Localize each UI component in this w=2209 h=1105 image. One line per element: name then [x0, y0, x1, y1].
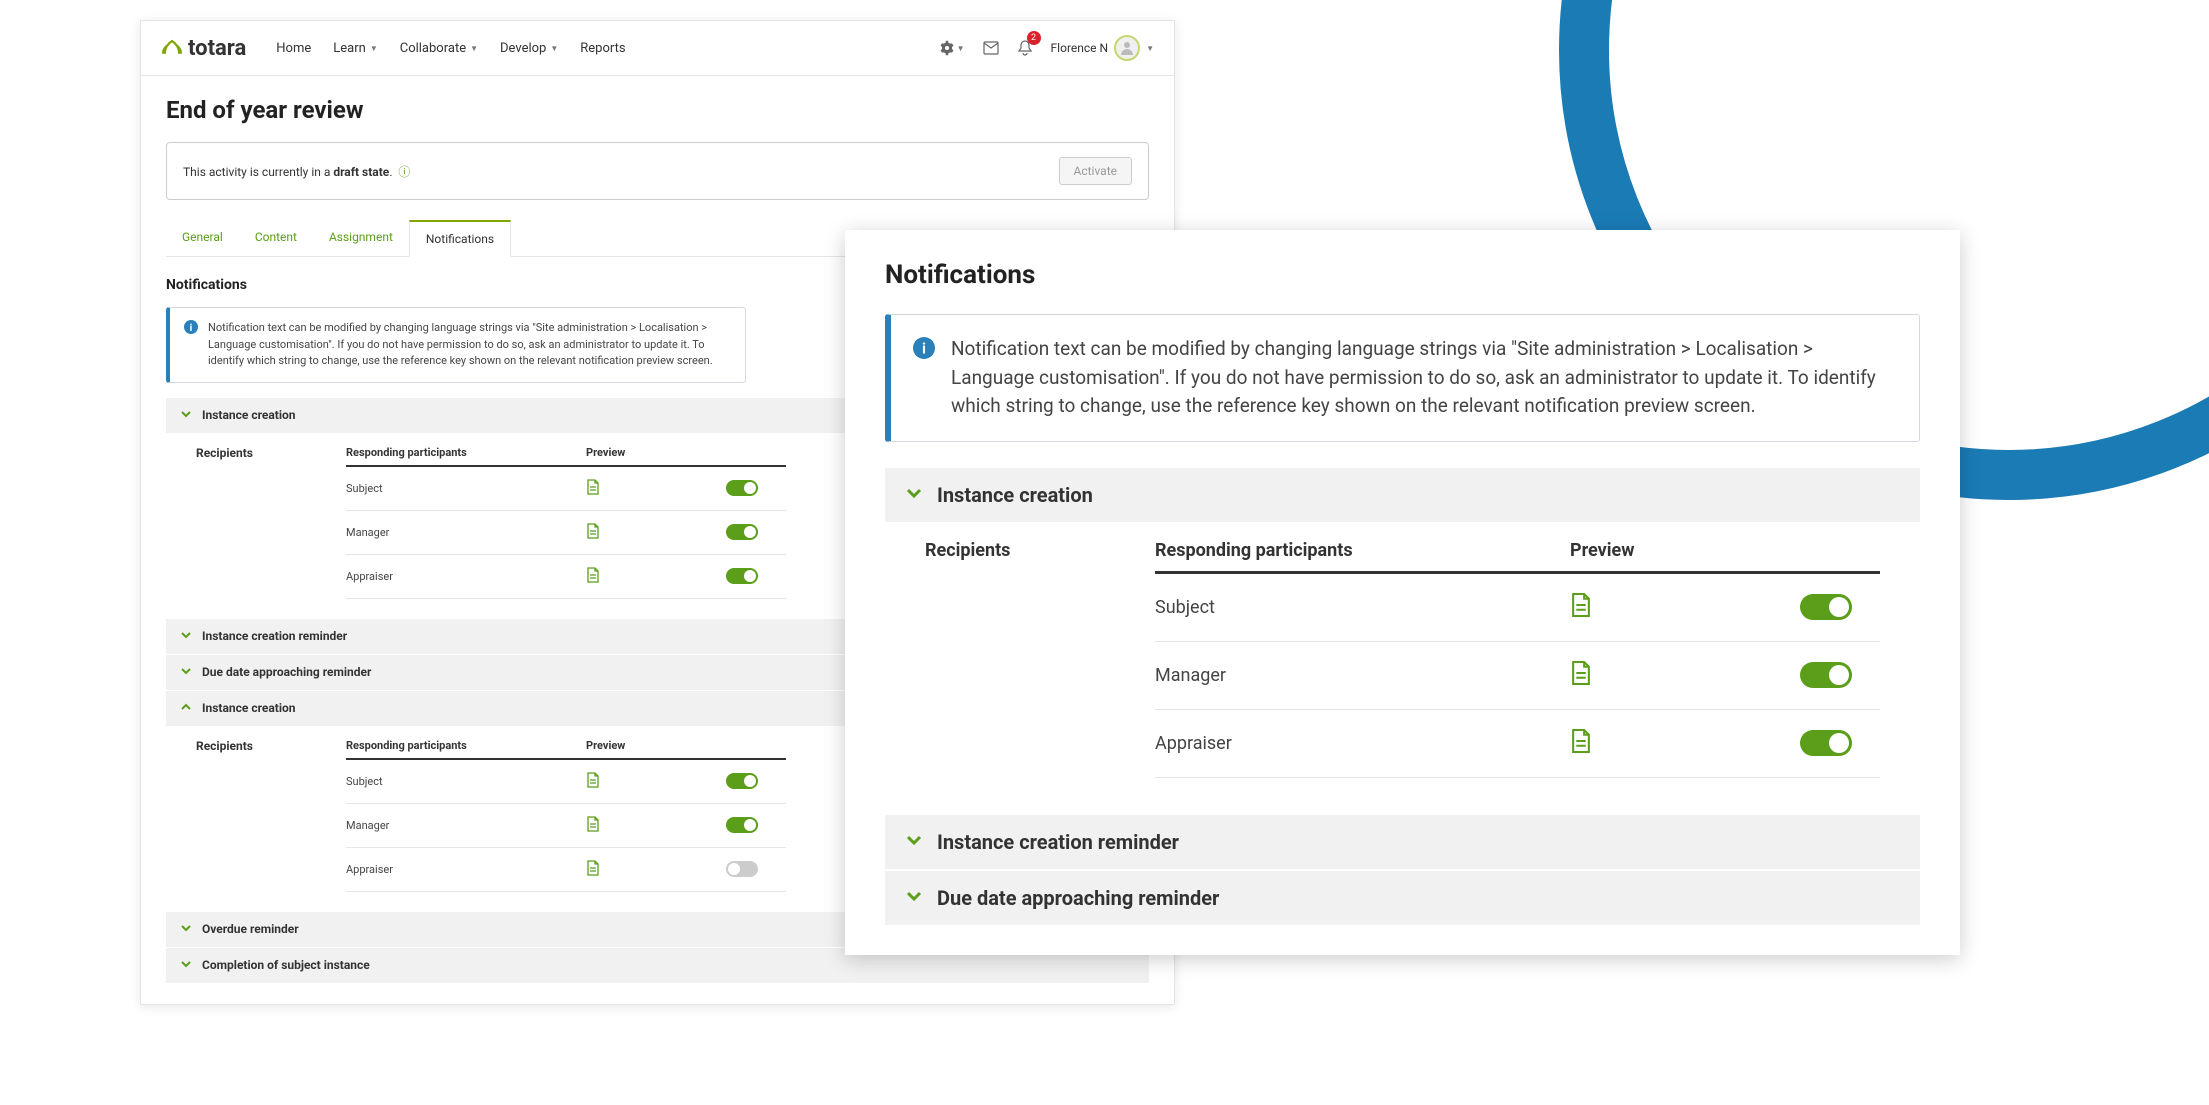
recipients-label: Recipients — [925, 540, 1155, 778]
nav-home[interactable]: Home — [276, 41, 311, 56]
chevron-down-icon — [180, 922, 192, 937]
table-row: Appraiser — [1155, 710, 1880, 778]
leaf-icon — [161, 39, 183, 57]
envelope-icon[interactable] — [983, 41, 999, 55]
chevron-down-icon — [905, 886, 923, 910]
tab-assignment[interactable]: Assignment — [313, 220, 409, 256]
col-preview: Preview — [586, 446, 726, 459]
chevron-down-icon — [905, 483, 923, 507]
toggle-switch[interactable] — [726, 861, 758, 877]
chevron-down-icon — [905, 830, 923, 854]
tab-notifications[interactable]: Notifications — [409, 220, 511, 257]
recipients-table: Responding participants Preview Subject … — [346, 446, 786, 599]
caret-down-icon: ▼ — [1146, 44, 1154, 53]
page-title: End of year review — [166, 96, 1149, 124]
document-icon[interactable] — [586, 485, 600, 498]
nav-learn[interactable]: Learn▼ — [333, 41, 377, 56]
accordion-header[interactable]: Due date approaching reminder — [885, 871, 1920, 925]
table-row: Manager — [346, 804, 786, 848]
header: totara Home Learn▼ Collaborate▼ Develop▼… — [141, 21, 1174, 76]
toggle-switch[interactable] — [726, 480, 758, 496]
caret-down-icon: ▼ — [370, 44, 378, 53]
svg-text:i: i — [190, 323, 193, 334]
document-icon[interactable] — [586, 529, 600, 542]
accordion-instance-creation-reminder: Instance creation reminder — [885, 815, 1920, 869]
activate-button[interactable]: Activate — [1059, 157, 1133, 185]
table-row: Subject — [346, 760, 786, 804]
toggle-switch[interactable] — [726, 524, 758, 540]
table-row: Subject — [1155, 574, 1880, 642]
notifications-heading: Notifications — [885, 260, 1920, 290]
accordion-header[interactable]: Instance creation — [885, 468, 1920, 522]
toggle-switch[interactable] — [726, 773, 758, 789]
accordion-instance-creation: Instance creation — [885, 468, 1920, 522]
logo-text: totara — [188, 36, 246, 61]
username: Florence N — [1051, 41, 1109, 55]
toggle-switch[interactable] — [1800, 730, 1852, 756]
document-icon[interactable] — [1570, 602, 1592, 623]
chevron-up-icon — [180, 701, 192, 716]
document-icon[interactable] — [586, 778, 600, 791]
toggle-switch[interactable] — [1800, 662, 1852, 688]
info-box: i Notification text can be modified by c… — [885, 314, 1920, 442]
col-preview: Preview — [586, 739, 726, 752]
svg-text:i: i — [922, 340, 926, 358]
accordion-body: Recipients Responding participants Previ… — [885, 522, 1920, 813]
table-row: Manager — [1155, 642, 1880, 710]
recipients-table: Responding participants Preview Subject … — [346, 739, 786, 892]
info-text: Notification text can be modified by cha… — [951, 335, 1897, 421]
table-row: Appraiser — [346, 555, 786, 599]
col-preview: Preview — [1570, 540, 1800, 561]
table-row: Appraiser — [346, 848, 786, 892]
toggle-switch[interactable] — [1800, 594, 1852, 620]
avatar — [1114, 35, 1140, 61]
caret-down-icon: ▼ — [470, 44, 478, 53]
info-icon: i — [913, 337, 935, 421]
col-responding: Responding participants — [346, 446, 586, 459]
info-box: i Notification text can be modified by c… — [166, 307, 746, 383]
tab-general[interactable]: General — [166, 220, 239, 256]
logo[interactable]: totara — [161, 36, 246, 61]
user-menu[interactable]: Florence N ▼ — [1051, 35, 1154, 61]
header-right: ▼ 2 Florence N ▼ — [939, 35, 1154, 61]
accordion-header[interactable]: Instance creation reminder — [885, 815, 1920, 869]
gear-icon[interactable]: ▼ — [939, 40, 965, 56]
chevron-down-icon — [180, 629, 192, 644]
col-responding: Responding participants — [1155, 540, 1570, 561]
info-icon[interactable]: ⓘ — [398, 165, 410, 179]
document-icon[interactable] — [586, 866, 600, 879]
caret-down-icon: ▼ — [957, 44, 965, 53]
accordion-due-date: Due date approaching reminder — [885, 871, 1920, 925]
chevron-down-icon — [180, 958, 192, 973]
table-row: Manager — [346, 511, 786, 555]
nav-reports[interactable]: Reports — [580, 41, 625, 56]
toggle-switch[interactable] — [726, 568, 758, 584]
document-icon[interactable] — [1570, 738, 1592, 759]
chevron-down-icon — [180, 665, 192, 680]
recipients-label: Recipients — [196, 446, 346, 599]
recipients-label: Recipients — [196, 739, 346, 892]
chevron-down-icon — [180, 408, 192, 423]
document-icon[interactable] — [1570, 670, 1592, 691]
table-row: Subject — [346, 467, 786, 511]
zoom-panel: Notifications i Notification text can be… — [845, 230, 1960, 955]
info-text: Notification text can be modified by cha… — [208, 320, 731, 370]
document-icon[interactable] — [586, 822, 600, 835]
document-icon[interactable] — [586, 573, 600, 586]
caret-down-icon: ▼ — [550, 44, 558, 53]
main-nav: Home Learn▼ Collaborate▼ Develop▼ Report… — [276, 41, 625, 56]
draft-state-box: This activity is currently in a draft st… — [166, 142, 1149, 200]
recipients-table: Responding participants Preview Subject … — [1155, 540, 1880, 778]
notification-badge: 2 — [1027, 31, 1041, 45]
nav-collaborate[interactable]: Collaborate▼ — [400, 41, 478, 56]
toggle-switch[interactable] — [726, 817, 758, 833]
bell-icon[interactable]: 2 — [1017, 39, 1033, 57]
col-responding: Responding participants — [346, 739, 586, 752]
draft-text: This activity is currently in a draft st… — [183, 163, 410, 180]
nav-develop[interactable]: Develop▼ — [500, 41, 558, 56]
tab-content[interactable]: Content — [239, 220, 313, 256]
info-icon: i — [184, 320, 198, 370]
